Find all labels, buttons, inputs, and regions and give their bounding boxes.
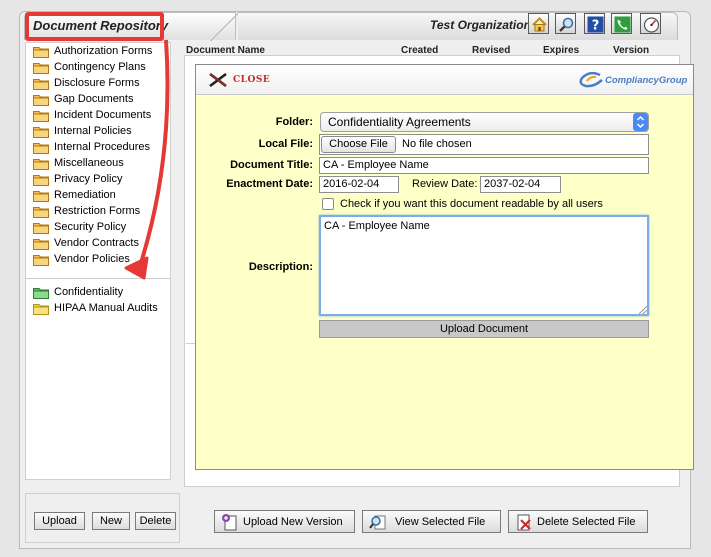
file-status-text: No file chosen [402,138,472,150]
folder-icon [33,111,49,122]
description-label: Description: [248,261,313,273]
folder-icon [33,255,49,266]
folder-icon [33,143,49,154]
annotation-highlight-box [25,12,164,41]
folder-icon [33,175,49,186]
dialog-header: CLOSE CompliancyGroup [196,65,693,95]
folder-label: Security Policy [54,221,127,233]
close-icon[interactable] [208,73,228,87]
enactment-date-label: Enactment Date: [226,178,313,190]
folder-label: Vendor Policies [54,253,130,265]
enactment-date-input[interactable]: 2016-02-04 [319,176,399,193]
compliancy-logo-text: CompliancyGroup [605,75,688,86]
readable-by-all-label: Check if you want this document readable… [340,198,603,210]
review-date-input[interactable]: 2037-02-04 [480,176,561,193]
description-textarea[interactable]: CA - Employee Name [319,215,649,316]
folder-icon [33,191,49,202]
folder-label: Privacy Policy [54,173,123,185]
tab-divider [210,12,240,41]
column-document-name[interactable]: Document Name [186,45,265,56]
resize-handle-icon[interactable] [639,306,647,314]
home-button[interactable] [528,13,549,34]
phone-button[interactable] [611,13,632,34]
choose-file-button[interactable]: Choose File [321,136,396,153]
column-version[interactable]: Version [613,45,649,56]
folder-icon [33,47,49,58]
search-icon [559,17,574,32]
delete-selected-file-button[interactable]: Delete Selected File [508,510,648,533]
folder-icon [33,127,49,138]
help-button[interactable]: ? [584,13,605,34]
folder-label: HIPAA Manual Audits [54,302,158,314]
folder-select-arrow[interactable] [633,113,648,131]
dashboard-button[interactable] [640,13,661,34]
folder-select[interactable]: Confidentiality Agreements [320,112,649,132]
folder-icon [33,223,49,234]
folder-hipaa-manual-audits[interactable]: HIPAA Manual Audits [33,302,183,316]
upload-button[interactable]: Upload [34,512,85,530]
delete-selected-file-label: Delete Selected File [537,516,636,528]
compliancy-logo-icon [579,72,603,88]
annotation-arrow-icon [124,39,170,280]
column-expires[interactable]: Expires [543,45,579,56]
folder-label: Confidentiality [54,286,124,298]
folder-label: Remediation [54,189,116,201]
magnifier-icon [369,515,386,530]
new-version-icon [222,514,237,531]
delete-file-icon [517,514,531,531]
folder-confidentiality[interactable]: Confidentiality [33,286,183,300]
document-title-input[interactable]: CA - Employee Name [319,157,649,174]
folder-label: Miscellaneous [54,157,124,169]
help-icon: ? [587,16,604,33]
document-title-label: Document Title: [230,159,313,171]
local-file-label: Local File: [258,138,313,150]
folder-icon [33,207,49,218]
folder-icon [33,239,49,250]
folder-icon [33,79,49,90]
upload-new-version-button[interactable]: Upload New Version [214,510,355,533]
organization-name: Test Organization [430,18,531,32]
chevron-updown-icon [636,115,645,129]
review-date-label: Review Date: [412,178,478,190]
folder-label-text: Folder: [275,116,313,128]
phone-icon [614,16,631,33]
folder-icon [33,304,49,315]
column-revised[interactable]: Revised [472,45,510,56]
folder-icon [33,95,49,106]
close-button[interactable]: CLOSE [233,75,270,85]
view-selected-file-label: View Selected File [395,516,486,528]
new-folder-button[interactable]: New [92,512,130,530]
svg-text:?: ? [592,19,600,34]
folder-open-icon [33,288,49,299]
delete-folder-button[interactable]: Delete [135,512,176,530]
column-created[interactable]: Created [401,45,438,56]
upload-new-version-label: Upload New Version [243,516,343,528]
folder-icon [33,63,49,74]
readable-by-all-checkbox[interactable] [322,198,334,210]
dashboard-icon [643,17,660,33]
view-selected-file-button[interactable]: View Selected File [362,510,501,533]
home-icon [532,17,547,32]
upload-document-button[interactable]: Upload Document [319,320,649,338]
search-button[interactable] [555,13,576,34]
folder-icon [33,159,49,170]
